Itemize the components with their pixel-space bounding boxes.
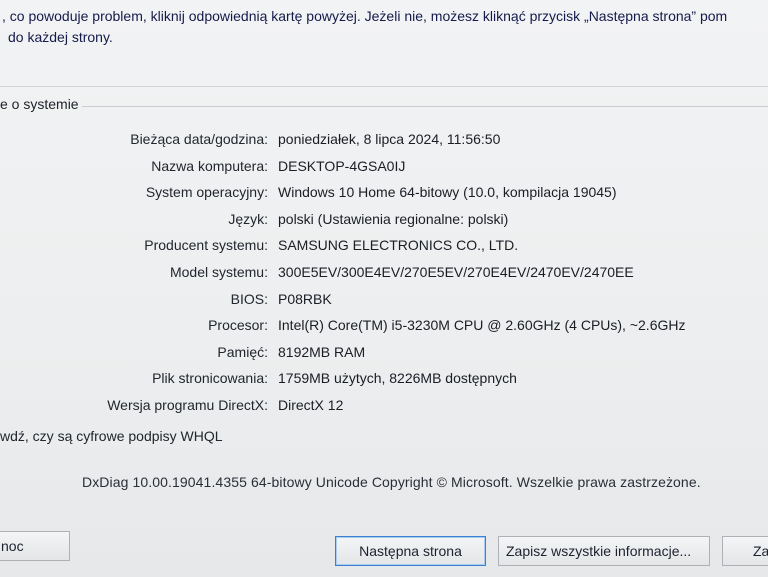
info-value: poniedziałek, 8 lipca 2024, 11:56:50 xyxy=(278,131,501,147)
intro-line-2: do każdej strony. xyxy=(8,29,113,45)
info-value: 300E5EV/300E4EV/270E5EV/270E4EV/2470EV/2… xyxy=(278,263,634,280)
info-label: Plik stronicowania: xyxy=(152,370,268,387)
info-value: polski (Ustawienia regionalne: polski) xyxy=(278,210,509,227)
info-label: Producent systemu: xyxy=(144,237,268,254)
info-value: 8192MB RAM xyxy=(278,343,366,360)
next-page-button[interactable]: Następna strona xyxy=(335,536,486,566)
whql-checkbox[interactable]: wdź, czy są cyfrowe podpisy WHQL xyxy=(0,428,223,444)
info-row-bios: BIOS: P08RBK xyxy=(0,287,768,314)
system-info-group-title: e o systemie xyxy=(0,96,79,112)
info-value: 1759MB użytych, 8226MB dostępnych xyxy=(278,370,517,387)
info-label: Pamięć: xyxy=(217,343,268,360)
info-row-language: Język: polski (Ustawienia regionalne: po… xyxy=(0,207,768,234)
info-label: Wersja programu DirectX: xyxy=(107,396,268,413)
info-label: Nazwa komputera: xyxy=(151,157,268,174)
info-row-manufacturer: Producent systemu: SAMSUNG ELECTRONICS C… xyxy=(0,233,768,260)
info-row-datetime: Bieżąca data/godzina: poniedziałek, 8 li… xyxy=(0,127,768,154)
info-value: Intel(R) Core(TM) i5-3230M CPU @ 2.60GHz… xyxy=(278,317,686,334)
info-label: Procesor: xyxy=(208,317,268,334)
button-bar: noc Następna strona Zapisz wszystkie inf… xyxy=(0,525,768,577)
help-button[interactable]: noc xyxy=(0,531,70,561)
info-label: Język: xyxy=(228,210,268,227)
copyright-text: DxDiag 10.00.19041.4355 64-bitowy Unicod… xyxy=(82,474,701,490)
info-value: DirectX 12 xyxy=(278,396,344,413)
info-label: Model systemu: xyxy=(169,263,268,280)
info-row-directx: Wersja programu DirectX: DirectX 12 xyxy=(0,393,768,420)
info-label: BIOS: xyxy=(230,290,268,307)
dxdiag-window: , co powoduje problem, kliknij odpowiedn… xyxy=(0,0,768,577)
info-row-os: System operacyjny: Windows 10 Home 64-bi… xyxy=(0,180,768,207)
save-all-info-button[interactable]: Zapisz wszystkie informacje... xyxy=(498,536,710,566)
group-box-border xyxy=(82,106,768,107)
divider xyxy=(0,86,768,87)
info-row-memory: Pamięć: 8192MB RAM xyxy=(0,340,768,367)
info-value: P08RBK xyxy=(278,290,332,307)
info-row-processor: Procesor: Intel(R) Core(TM) i5-3230M CPU… xyxy=(0,313,768,340)
info-value: SAMSUNG ELECTRONICS CO., LTD. xyxy=(278,237,519,254)
info-label: System operacyjny: xyxy=(145,184,268,201)
intro-text: , co powoduje problem, kliknij odpowiedn… xyxy=(0,6,768,48)
intro-line-1: , co powoduje problem, kliknij odpowiedn… xyxy=(2,8,728,24)
info-label: Bieżąca data/godzina: xyxy=(130,131,268,147)
exit-button[interactable]: Za xyxy=(722,536,768,566)
info-row-model: Model systemu: 300E5EV/300E4EV/270E5EV/2… xyxy=(0,260,768,287)
info-row-computer-name: Nazwa komputera: DESKTOP-4GSA0IJ xyxy=(0,154,768,181)
info-row-page-file: Plik stronicowania: 1759MB użytych, 8226… xyxy=(0,366,768,393)
whql-checkbox-label: wdź, czy są cyfrowe podpisy WHQL xyxy=(0,428,223,444)
info-value: DESKTOP-4GSA0IJ xyxy=(278,157,406,174)
system-info-table: Bieżąca data/godzina: poniedziałek, 8 li… xyxy=(0,127,768,420)
info-value: Windows 10 Home 64-bitowy (10.0, kompila… xyxy=(278,184,617,201)
